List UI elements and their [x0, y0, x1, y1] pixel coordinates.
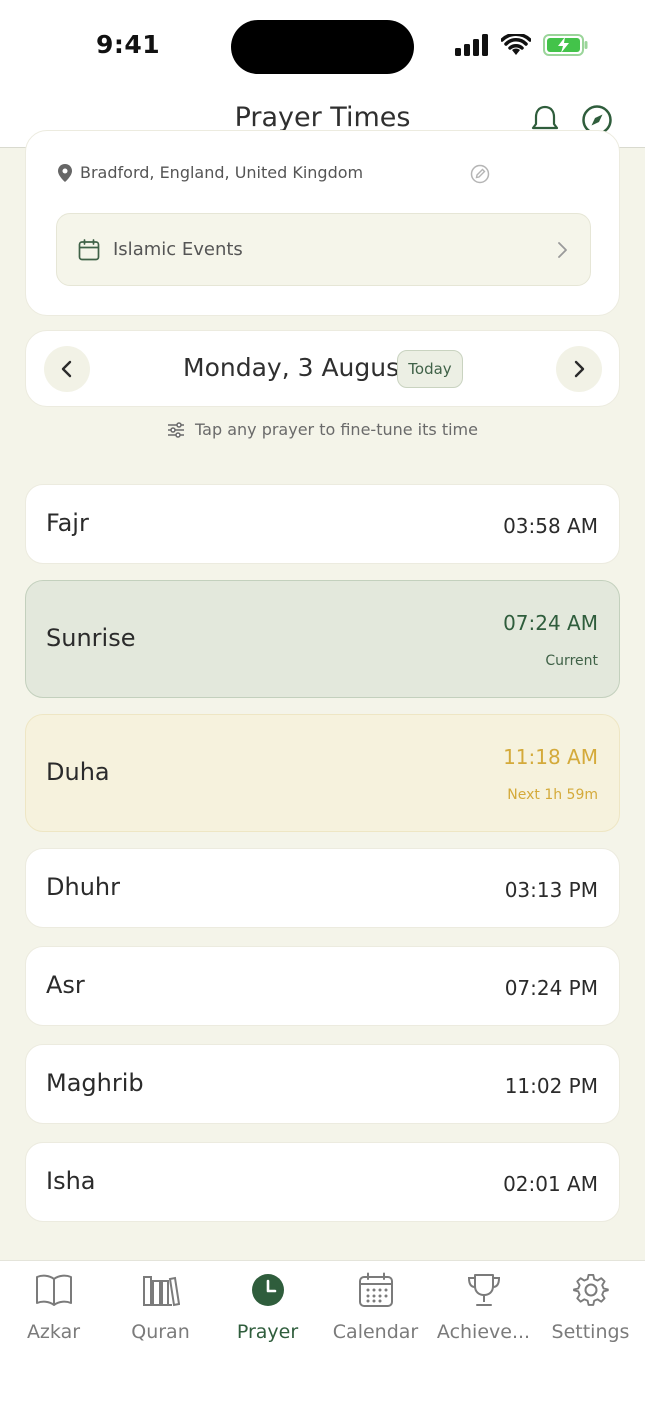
tab-label: Prayer — [236, 1321, 299, 1343]
prayer-row-fajr[interactable]: Fajr 03:58 AM — [25, 484, 620, 564]
tab-label: Calendar — [332, 1321, 419, 1343]
prayer-row-asr[interactable]: Asr 07:24 PM — [25, 946, 620, 1026]
prayer-name: Dhuhr — [46, 873, 120, 901]
dynamic-island — [231, 20, 414, 74]
tab-bar: Azkar Quran Prayer Calendar Achieve... S… — [0, 1260, 645, 1401]
prayer-row-isha[interactable]: Isha 02:01 AM — [25, 1142, 620, 1222]
prayer-time: 11:02 PM — [504, 1074, 598, 1098]
islamic-events-button[interactable]: Islamic Events — [56, 213, 591, 286]
prayer-time: 11:18 AM — [503, 745, 598, 769]
tab-label: Settings — [551, 1321, 630, 1343]
chevron-left-icon — [61, 360, 72, 378]
chevron-right-icon — [574, 360, 585, 378]
location-text: Bradford, England, United Kingdom — [80, 163, 364, 182]
prayer-name: Fajr — [46, 509, 89, 537]
status-icons — [455, 32, 589, 60]
prayer-time: 07:24 AM — [503, 611, 598, 635]
prayer-name: Maghrib — [46, 1069, 144, 1097]
current-date: Monday, 3 August — [183, 353, 409, 382]
tab-settings[interactable]: Settings — [537, 1271, 644, 1343]
prayer-row-duha[interactable]: Duha 11:18 AM Next 1h 59m — [25, 714, 620, 832]
current-status-label: Current — [545, 653, 598, 669]
location-row: Bradford, England, United Kingdom — [58, 163, 363, 182]
prayer-row-maghrib[interactable]: Maghrib 11:02 PM — [25, 1044, 620, 1124]
cellular-signal-icon — [455, 34, 489, 60]
clock-icon — [251, 1274, 284, 1306]
battery-charging-icon — [543, 34, 589, 60]
islamic-events-label: Islamic Events — [113, 239, 243, 260]
prayer-time: 07:24 PM — [504, 976, 598, 1000]
books-icon — [142, 1276, 180, 1307]
fine-tune-hint: Tap any prayer to fine-tune its time — [0, 420, 645, 439]
today-button[interactable]: Today — [397, 350, 463, 388]
date-navigator: Monday, 3 August Today — [25, 330, 620, 407]
status-time: 9:41 — [96, 30, 161, 59]
tab-label: Achieve... — [436, 1321, 531, 1343]
tab-label: Azkar — [26, 1321, 81, 1343]
prayer-name: Sunrise — [46, 624, 136, 652]
calendar-icon — [78, 238, 100, 260]
calendar-icon — [358, 1272, 393, 1307]
gear-icon — [572, 1273, 609, 1306]
next-countdown-label: Next 1h 59m — [507, 787, 598, 803]
wifi-icon — [500, 32, 532, 60]
next-day-button[interactable] — [556, 346, 602, 392]
edit-icon — [470, 164, 490, 184]
prayer-time: 03:13 PM — [504, 878, 598, 902]
prayer-row-dhuhr[interactable]: Dhuhr 03:13 PM — [25, 848, 620, 928]
tab-quran[interactable]: Quran — [107, 1271, 214, 1343]
prayer-row-sunrise[interactable]: Sunrise 07:24 AM Current — [25, 580, 620, 698]
tab-calendar[interactable]: Calendar — [322, 1271, 429, 1343]
tab-prayer[interactable]: Prayer — [214, 1271, 321, 1343]
status-bar: 9:41 — [0, 0, 645, 94]
trophy-icon — [467, 1274, 500, 1306]
hint-text: Tap any prayer to fine-tune its time — [195, 420, 478, 439]
book-open-icon — [35, 1274, 72, 1306]
previous-day-button[interactable] — [44, 346, 90, 392]
prayer-name: Asr — [46, 971, 85, 999]
prayer-name: Isha — [46, 1167, 96, 1195]
tab-azkar[interactable]: Azkar — [0, 1271, 107, 1343]
chevron-right-icon — [558, 241, 567, 258]
location-pin-icon — [58, 163, 72, 182]
location-card: Bradford, England, United Kingdom Islami… — [25, 130, 620, 316]
prayer-name: Duha — [46, 758, 110, 786]
edit-location-button[interactable] — [469, 163, 491, 185]
prayer-time: 03:58 AM — [503, 514, 598, 538]
tab-label: Quran — [131, 1321, 190, 1343]
sliders-icon — [168, 421, 185, 438]
prayer-time: 02:01 AM — [503, 1172, 598, 1196]
tab-achievements[interactable]: Achieve... — [430, 1271, 537, 1343]
